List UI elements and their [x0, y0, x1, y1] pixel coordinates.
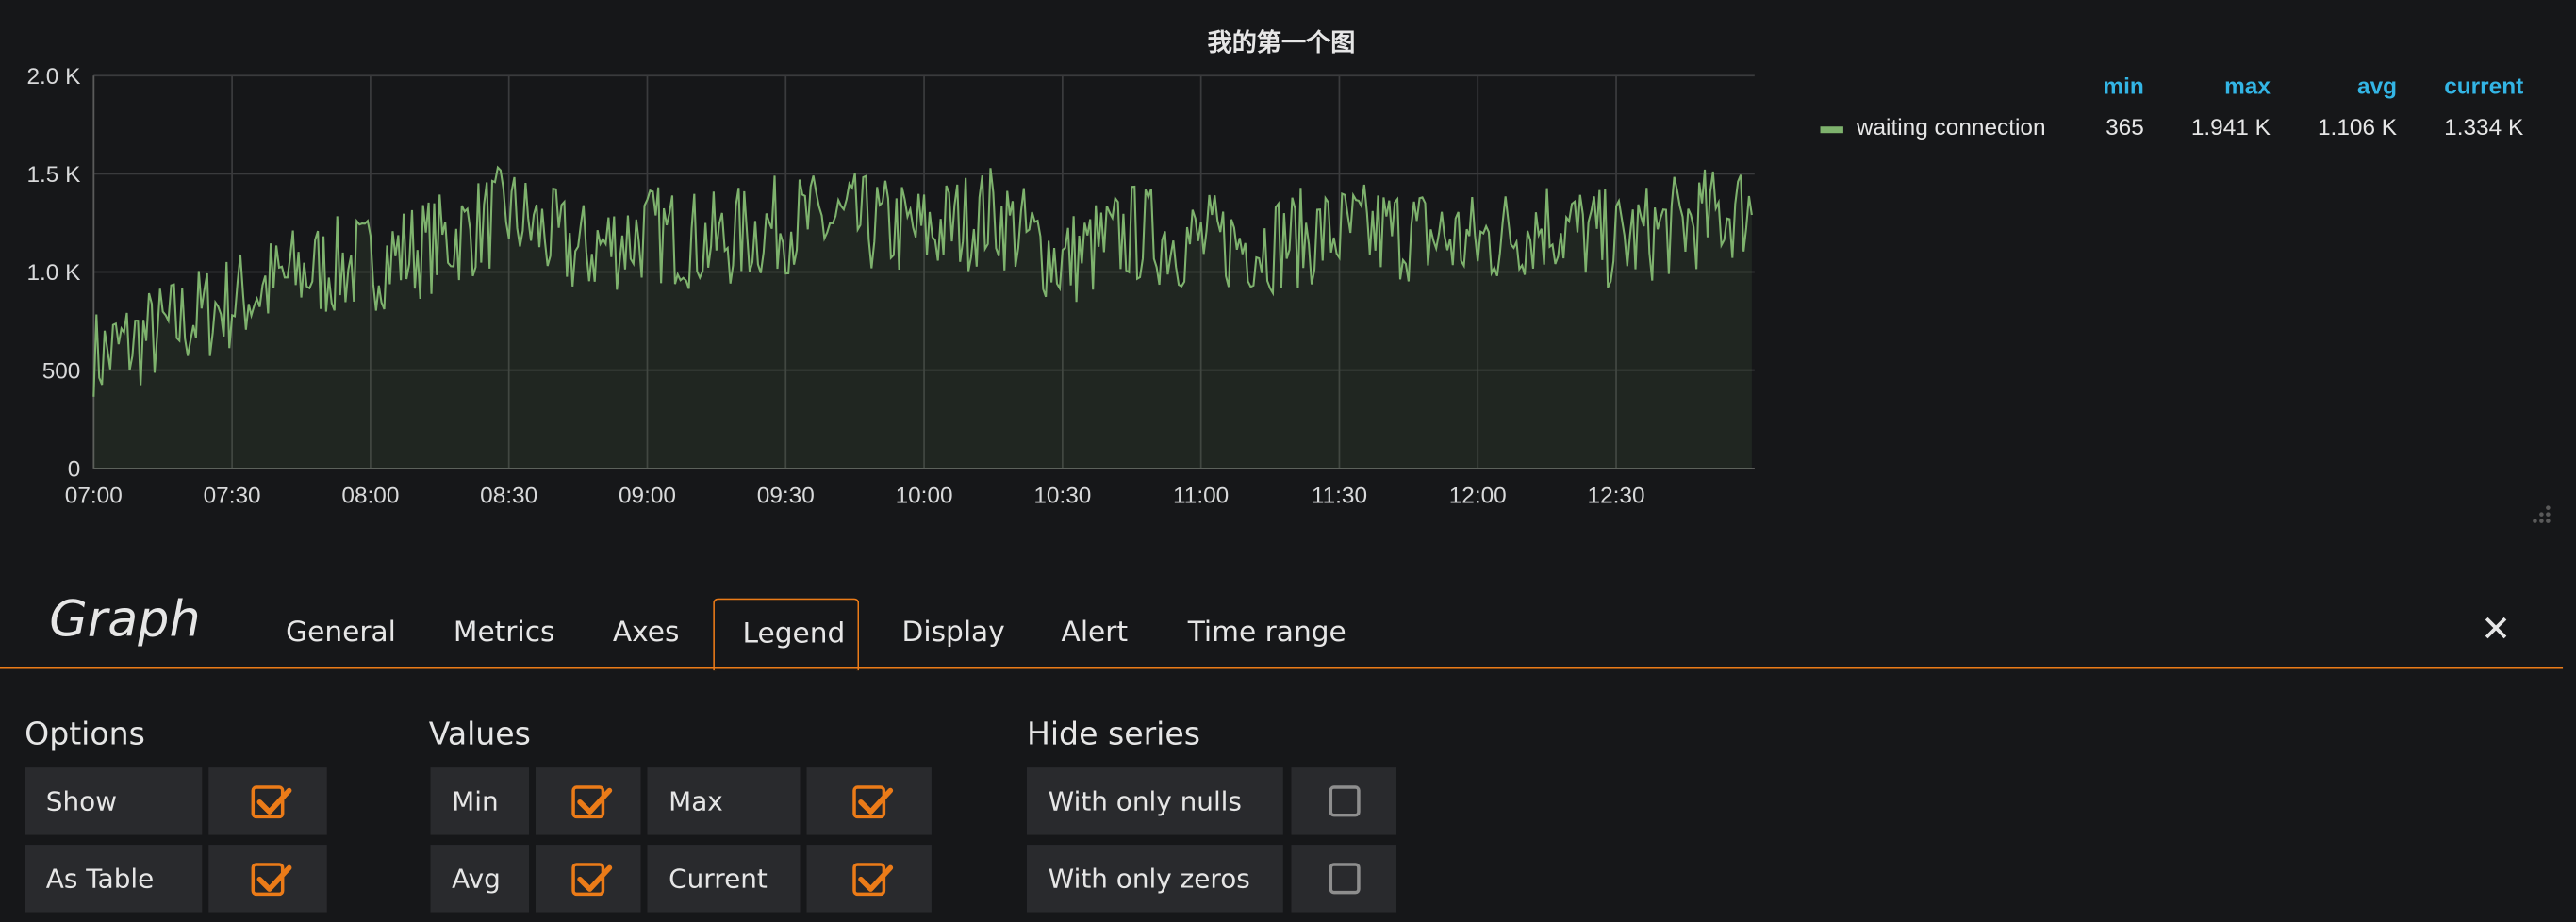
x-tick-label: 12:30 [1588, 483, 1645, 508]
x-tick-label: 07:00 [65, 483, 123, 508]
only-zeros-label: With only zeros [1026, 845, 1283, 913]
min-checkbox[interactable] [536, 767, 641, 835]
checkbox-checked-icon [852, 862, 894, 896]
x-tick-label: 11:30 [1312, 483, 1367, 508]
checkbox-checked-icon [571, 784, 613, 818]
x-tick-label: 07:30 [204, 483, 261, 508]
tab-time-range[interactable]: Time range [1160, 599, 1374, 667]
values-section-title: Values [428, 716, 531, 753]
panel-editor: Graph General Metrics Axes Legend Displa… [0, 559, 2576, 922]
x-tick-label: 10:30 [1033, 483, 1091, 508]
y-tick-label: 500 [42, 358, 81, 384]
checkbox-checked-icon [852, 784, 894, 818]
avg-label: Avg [430, 845, 530, 913]
x-tick-label: 12:00 [1449, 483, 1507, 508]
min-label: Min [430, 767, 530, 835]
checkbox-checked-icon [571, 862, 613, 896]
x-tick-label: 08:00 [341, 483, 399, 508]
y-tick-label: 2.0 K [26, 64, 80, 90]
editor-title: Graph [49, 591, 201, 650]
x-tick-label: 08:30 [480, 483, 537, 508]
avg-checkbox[interactable] [536, 845, 641, 913]
tab-metrics[interactable]: Metrics [425, 599, 583, 667]
as-table-checkbox[interactable] [208, 845, 327, 913]
hide-series-section-title: Hide series [1026, 716, 1201, 753]
legend-header-avg[interactable]: avg [2300, 73, 2397, 99]
only-zeros-checkbox[interactable] [1291, 845, 1396, 913]
resize-handle-icon[interactable] [2530, 502, 2552, 525]
checkbox-checked-icon [251, 784, 292, 818]
x-tick-label: 09:30 [757, 483, 815, 508]
series-color-swatch[interactable] [1820, 126, 1843, 134]
tab-alert[interactable]: Alert [1033, 599, 1156, 667]
legend-header-min[interactable]: min [2070, 73, 2143, 99]
checkbox-unchecked-icon [1328, 785, 1360, 817]
only-nulls-checkbox[interactable] [1291, 767, 1396, 835]
x-tick-label: 11:00 [1173, 483, 1229, 508]
x-tick-label: 09:00 [619, 483, 676, 508]
close-icon[interactable]: ✕ [2481, 608, 2511, 650]
x-tick-label: 10:00 [896, 483, 953, 508]
legend-series-name[interactable]: waiting connection [1857, 113, 2046, 140]
legend-value-current: 1.334 K [2444, 113, 2524, 140]
checkbox-checked-icon [251, 862, 292, 896]
dashboard-stage: 我的第一个图 0 500 1.0 K 1.5 K 2.0 K 07:00 07:30 08:0… [0, 0, 2576, 922]
as-table-label: As Table [25, 845, 203, 913]
tab-display[interactable]: Display [874, 599, 1032, 667]
tab-underline [0, 667, 2564, 669]
tab-axes[interactable]: Axes [585, 599, 707, 667]
max-label: Max [647, 767, 801, 835]
legend-value-avg: 1.106 K [2317, 113, 2398, 140]
legend-value-min: 365 [2105, 113, 2144, 140]
legend-value-max: 1.941 K [2190, 113, 2271, 140]
only-nulls-label: With only nulls [1026, 767, 1283, 835]
graph-chart: 0 500 1.0 K 1.5 K 2.0 K 07:00 07:30 08:00 08:30 0… [26, 64, 1755, 508]
max-checkbox[interactable] [806, 767, 932, 835]
options-section-title: Options [25, 716, 145, 753]
show-label: Show [25, 767, 203, 835]
y-tick-label: 1.5 K [26, 162, 80, 188]
current-label: Current [647, 845, 801, 913]
show-checkbox[interactable] [208, 767, 327, 835]
y-tick-label: 1.0 K [26, 260, 80, 286]
legend-header-max[interactable]: max [2185, 73, 2271, 99]
tab-legend[interactable]: Legend [713, 598, 860, 671]
y-tick-label: 0 [68, 457, 81, 483]
checkbox-unchecked-icon [1328, 863, 1360, 895]
legend-header-current[interactable]: current [2408, 73, 2523, 99]
current-checkbox[interactable] [806, 845, 932, 913]
tab-general[interactable]: General [258, 599, 424, 667]
